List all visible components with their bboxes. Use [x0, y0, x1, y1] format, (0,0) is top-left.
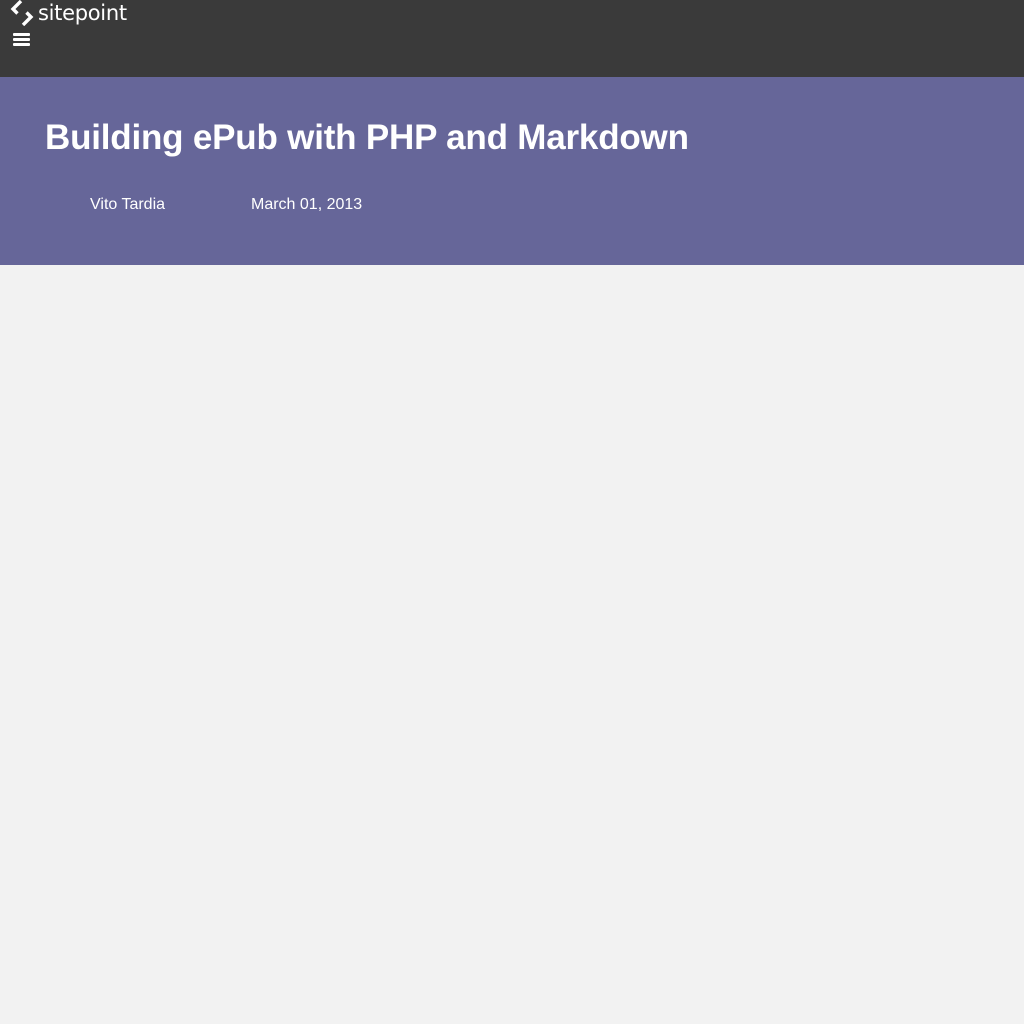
logo-wordmark: sitepoint: [38, 1, 127, 25]
site-header: sitepoint: [0, 0, 1024, 77]
site-logo[interactable]: sitepoint: [10, 0, 127, 26]
article-title: Building ePub with PHP and Markdown: [45, 118, 689, 157]
hamburger-menu-icon[interactable]: [13, 32, 30, 48]
menu-bar: [13, 33, 30, 36]
menu-bar: [13, 43, 30, 46]
sitepoint-logo-icon: [10, 0, 34, 26]
article-content-area: [0, 265, 1024, 1024]
article-hero: Building ePub with PHP and Markdown Vito…: [0, 77, 1024, 265]
menu-bar: [13, 38, 30, 41]
article-author[interactable]: Vito Tardia: [90, 195, 165, 215]
article-date: March 01, 2013: [251, 196, 363, 213]
